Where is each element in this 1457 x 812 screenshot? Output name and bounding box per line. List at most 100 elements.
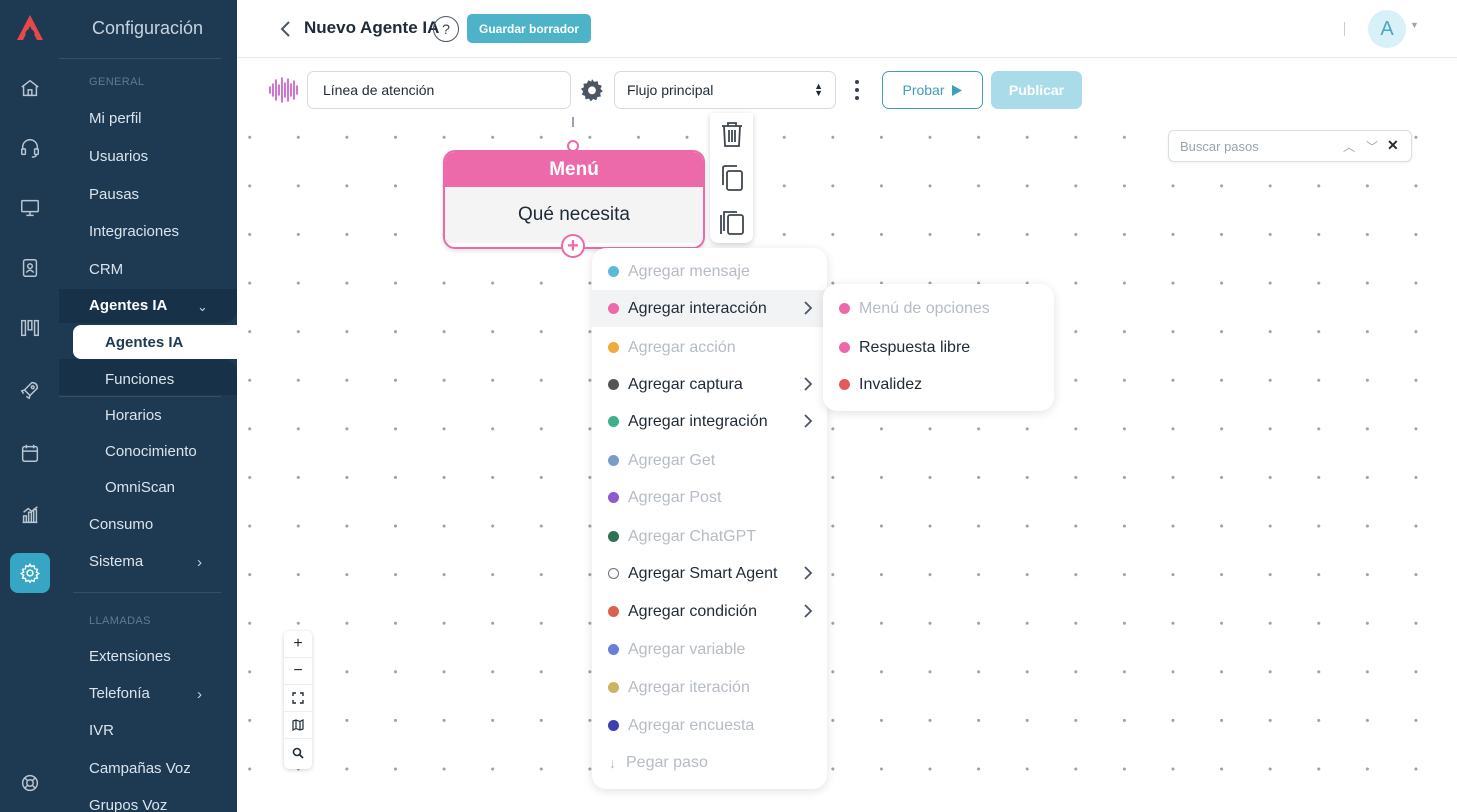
menu-item-label: Agregar integración (628, 412, 768, 430)
sidebar-item-campanas-voz[interactable]: Campañas Voz (89, 760, 191, 777)
chevron-right-icon (804, 301, 813, 315)
node-input-port[interactable] (567, 140, 579, 152)
menu-item-label: Agregar Post (628, 488, 722, 506)
trash-icon[interactable] (719, 120, 745, 148)
sidebar-item-extensiones[interactable]: Extensiones (89, 648, 171, 665)
menu-item-label: Agregar Smart Agent (628, 564, 778, 582)
test-button-label: Probar (902, 82, 945, 98)
gear-icon[interactable] (579, 77, 605, 103)
settings-sidebar: Configuración GENERAL Mi perfil Usuarios… (59, 0, 237, 812)
duplicate-icon[interactable] (719, 209, 745, 237)
chevron-down-icon[interactable]: ⌄ (197, 299, 208, 315)
chevron-right-icon (804, 414, 813, 428)
chevron-right-icon[interactable]: › (197, 686, 202, 703)
save-draft-button[interactable]: Guardar borrador (467, 14, 592, 43)
sidebar-item-pausas[interactable]: Pausas (89, 186, 139, 203)
sidebar-item-usuarios[interactable]: Usuarios (89, 148, 148, 165)
app-logo-icon[interactable] (14, 12, 46, 44)
menu-item-agregar-interaccion[interactable]: Agregar interacción (592, 290, 827, 327)
contacts-icon[interactable] (14, 252, 46, 284)
sidebar-item-grupos-voz[interactable]: Grupos Voz (89, 797, 167, 812)
calendar-icon[interactable] (14, 437, 46, 469)
menu-item-agregar-post[interactable]: Agregar Post (592, 479, 827, 516)
caret-down-icon[interactable]: ▼ (1410, 20, 1419, 30)
fit-view-icon[interactable] (284, 685, 312, 712)
chevron-right-icon (804, 377, 813, 391)
columns-icon[interactable] (14, 312, 46, 344)
zoom-out-button[interactable]: − (284, 658, 312, 685)
sidebar-divider (59, 58, 221, 59)
menu-item-agregar-get[interactable]: Agregar Get (592, 442, 827, 479)
sidebar-item-integraciones[interactable]: Integraciones (89, 223, 179, 240)
chevron-right-icon (804, 566, 813, 580)
sidebar-item-consumo[interactable]: Consumo (89, 516, 153, 533)
flow-canvas[interactable] (237, 110, 1457, 812)
arrow-down-icon: ↓ (609, 754, 616, 771)
avatar[interactable]: A (1368, 10, 1406, 48)
chevron-right-icon[interactable]: › (197, 554, 202, 571)
zoom-in-button[interactable]: + (284, 631, 312, 658)
sidebar-item-ivr[interactable]: IVR (89, 722, 114, 739)
sidebar-item-horarios[interactable]: Horarios (105, 407, 162, 424)
settings-gear-icon[interactable] (10, 553, 50, 593)
submenu-item-invalidez[interactable]: Invalidez (823, 366, 1054, 403)
status-dot (608, 416, 619, 427)
status-dot (608, 682, 619, 693)
sidebar-item-agentes-ia[interactable]: Agentes IA (105, 334, 183, 351)
menu-item-pegar-paso[interactable]: ↓ Pegar paso (592, 744, 827, 781)
flow-select[interactable]: Flujo principal ▲ ▼ (614, 71, 836, 109)
menu-item-agregar-mensaje[interactable]: Agregar mensaje (592, 253, 827, 290)
close-icon[interactable]: ✕ (1387, 137, 1399, 154)
support-icon[interactable] (14, 767, 46, 799)
menu-item-agregar-variable[interactable]: Agregar variable (592, 631, 827, 668)
menu-item-agregar-smart-agent[interactable]: Agregar Smart Agent (592, 555, 827, 592)
submenu-item-label: Menú de opciones (859, 299, 990, 317)
menu-item-label: Pegar paso (626, 753, 708, 771)
node-toolbar (710, 113, 753, 243)
sidebar-item-conocimiento[interactable]: Conocimiento (105, 443, 197, 460)
help-icon[interactable]: ? (433, 16, 459, 42)
menu-item-agregar-chatgpt[interactable]: Agregar ChatGPT (592, 518, 827, 555)
menu-item-agregar-iteracion[interactable]: Agregar iteración (592, 669, 827, 706)
search-icon[interactable] (284, 739, 312, 766)
menu-item-label: Agregar acción (628, 338, 736, 356)
more-options-icon[interactable] (849, 78, 865, 102)
chevron-up-icon[interactable]: ︿ (1343, 138, 1355, 155)
menu-item-agregar-encuesta[interactable]: Agregar encuesta (592, 707, 827, 744)
add-step-button[interactable]: + (561, 234, 585, 258)
sidebar-divider (59, 396, 221, 397)
chevron-down-icon[interactable]: ﹀ (1366, 138, 1378, 155)
headset-icon[interactable] (14, 132, 46, 164)
sidebar-group-agentes-ia[interactable]: Agentes IA (89, 297, 167, 314)
menu-item-agregar-captura[interactable]: Agregar captura (592, 366, 827, 403)
sidebar-item-telefonia[interactable]: Telefonía (89, 685, 150, 702)
section-llamadas-label: LLAMADAS (89, 615, 151, 627)
status-dot (608, 492, 619, 503)
sidebar-item-funciones[interactable]: Funciones (105, 371, 174, 388)
menu-item-agregar-integracion[interactable]: Agregar integración (592, 403, 827, 440)
menu-item-agregar-condicion[interactable]: Agregar condición (592, 593, 827, 630)
monitor-icon[interactable] (14, 192, 46, 224)
status-dot (608, 303, 619, 314)
copy-icon[interactable] (719, 164, 745, 192)
line-input[interactable]: Línea de atención (307, 71, 571, 109)
map-icon[interactable] (284, 712, 312, 739)
sidebar-item-mi-perfil[interactable]: Mi perfil (89, 110, 142, 127)
back-arrow-icon[interactable] (276, 18, 294, 40)
test-button[interactable]: Probar (882, 71, 983, 109)
home-icon[interactable] (14, 72, 46, 104)
menu-item-label: Agregar Get (628, 451, 716, 469)
sidebar-item-sistema[interactable]: Sistema (89, 553, 143, 570)
select-arrows-icon: ▲ ▼ (814, 81, 823, 98)
publish-button[interactable]: Publicar (991, 71, 1082, 109)
submenu-item-respuesta-libre[interactable]: Respuesta libre (823, 329, 1054, 366)
status-dot (608, 266, 619, 277)
menu-item-agregar-accion[interactable]: Agregar acción (592, 329, 827, 366)
analytics-icon[interactable] (14, 499, 46, 531)
submenu-item-menu-de-opciones[interactable]: Menú de opciones (823, 290, 1054, 327)
status-dot (839, 342, 850, 353)
sidebar-item-omniscan[interactable]: OmniScan (105, 479, 175, 496)
sidebar-item-crm[interactable]: CRM (89, 261, 123, 278)
rocket-icon[interactable] (14, 374, 46, 406)
menu-item-label: Agregar encuesta (628, 716, 755, 734)
